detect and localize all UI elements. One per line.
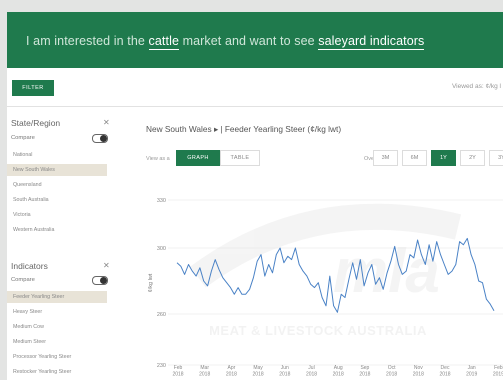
x-tick-label: Feb 2018 bbox=[172, 365, 183, 378]
price-line-chart: mla MEAT & LIVESTOCK AUSTRALIA 330 300 260… bbox=[148, 198, 503, 378]
interest-sentence: I am interested in the cattle market and… bbox=[26, 34, 425, 50]
y-tick-label: 260 bbox=[157, 312, 166, 318]
state-option-new-south-wales[interactable]: New South Wales bbox=[7, 164, 107, 176]
state-option-queensland[interactable]: Queensland bbox=[7, 179, 107, 191]
indicator-option-medium-cow[interactable]: Medium Cow bbox=[7, 321, 107, 333]
x-tick-label: Apr 2018 bbox=[226, 365, 237, 378]
chart-panel: New South Wales ▸ | Feeder Yearling Stee… bbox=[128, 107, 503, 380]
x-tick-label: Jun 2018 bbox=[279, 365, 290, 378]
indicator-compare-toggle[interactable] bbox=[92, 276, 108, 285]
state-region-heading: State/Region bbox=[11, 118, 61, 128]
watermark-logo-text: mla bbox=[333, 237, 440, 306]
toolbar: FILTER Viewed as: ¢/kg l bbox=[7, 68, 503, 107]
state-compare-toggle[interactable] bbox=[92, 134, 108, 143]
state-compare-label: Compare bbox=[11, 135, 35, 141]
indicator-option-feeder-yearling-steer[interactable]: Feeder Yearling Steer bbox=[7, 291, 107, 303]
y-tick-label: 330 bbox=[157, 198, 166, 204]
y-axis-label: ¢/kg lwt bbox=[148, 273, 154, 292]
x-tick-label: Jan 2019 bbox=[466, 365, 477, 378]
filter-button[interactable]: FILTER bbox=[12, 80, 54, 96]
state-option-national[interactable]: National bbox=[7, 149, 107, 161]
indicator-compare-label: Compare bbox=[11, 277, 35, 283]
x-tick-label: Nov 2018 bbox=[413, 365, 424, 378]
x-tick-label: May 2018 bbox=[253, 365, 264, 378]
viewed-as-selector[interactable]: Viewed as: ¢/kg l bbox=[452, 83, 501, 90]
close-icon[interactable]: ✕ bbox=[103, 118, 110, 127]
search-banner: I am interested in the cattle market and… bbox=[7, 12, 503, 68]
y-tick-label: 230 bbox=[157, 363, 166, 369]
x-tick-label: Mar 2018 bbox=[199, 365, 210, 378]
x-tick-label: Dec 2018 bbox=[439, 365, 450, 378]
toggle-knob bbox=[100, 277, 107, 284]
indicator-option-medium-steer[interactable]: Medium Steer bbox=[7, 336, 107, 348]
y-tick-label: 300 bbox=[157, 246, 166, 252]
indicator-option-heavy-steer[interactable]: Heavy Steer bbox=[7, 306, 107, 318]
x-tick-label: Oct 2018 bbox=[386, 365, 397, 378]
state-option-western-australia[interactable]: Western Australia bbox=[7, 224, 107, 236]
indicator-option-processor-yearling-steer[interactable]: Processor Yearling Steer bbox=[7, 351, 107, 363]
x-tick-label: Jul 2018 bbox=[306, 365, 317, 378]
toggle-knob bbox=[100, 135, 107, 142]
x-tick-label: Feb 2019 bbox=[493, 365, 503, 378]
indicators-heading: Indicators bbox=[11, 261, 48, 271]
filter-sidebar: State/Region ✕ Compare National New Sout… bbox=[7, 107, 129, 380]
sentence-text: market and want to see bbox=[179, 34, 319, 48]
x-tick-label: Aug 2018 bbox=[333, 365, 344, 378]
x-tick-label: Sep 2018 bbox=[359, 365, 370, 378]
watermark-logo: mla MEAT & LIVESTOCK AUSTRALIA bbox=[190, 203, 462, 338]
indicator-type-selector[interactable]: saleyard indicators bbox=[318, 34, 425, 50]
watermark-tagline: MEAT & LIVESTOCK AUSTRALIA bbox=[209, 323, 427, 338]
state-option-south-australia[interactable]: South Australia bbox=[7, 194, 107, 206]
state-option-victoria[interactable]: Victoria bbox=[7, 209, 107, 221]
market-selector[interactable]: cattle bbox=[148, 34, 179, 50]
close-icon[interactable]: ✕ bbox=[103, 261, 110, 270]
sentence-text: I am interested in the bbox=[26, 34, 149, 48]
indicator-option-restocker-yearling-steer[interactable]: Restocker Yearling Steer bbox=[7, 366, 107, 378]
